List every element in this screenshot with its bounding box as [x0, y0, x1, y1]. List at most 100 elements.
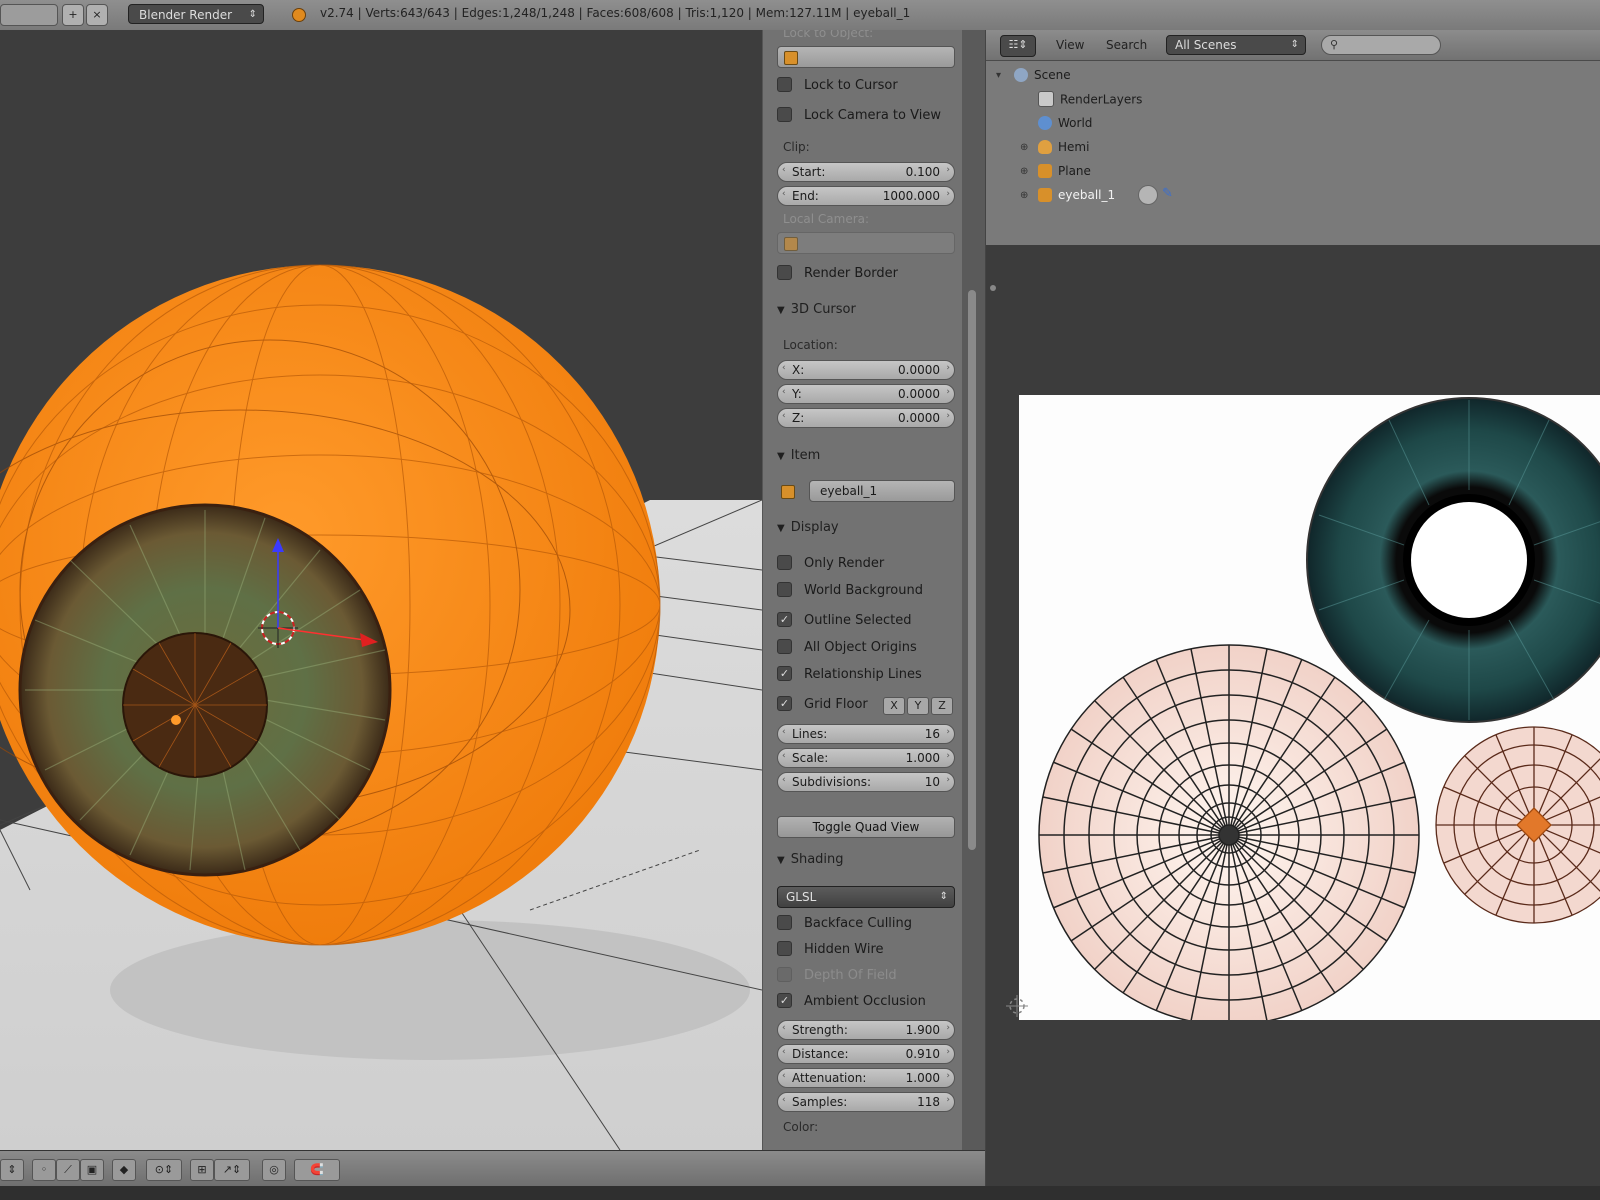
lock-to-cursor-checkbox[interactable]: Lock to Cursor	[777, 77, 898, 96]
increment-arrow-icon[interactable]: ›	[946, 751, 950, 761]
cursor-z-field[interactable]: ‹ Z: 0.0000 ›	[777, 408, 955, 428]
check-icon[interactable]: ✓	[777, 666, 792, 681]
face-select-icon[interactable]: ▣	[80, 1159, 104, 1181]
ambient-occlusion-checkbox[interactable]: ✓ Ambient Occlusion	[777, 993, 926, 1012]
checkbox-box[interactable]	[777, 915, 792, 930]
decrement-arrow-icon[interactable]: ‹	[782, 189, 786, 199]
search-menu[interactable]: Search	[1106, 38, 1147, 52]
checkbox-box[interactable]	[777, 967, 792, 982]
outliner-item-renderlayers[interactable]: RenderLayers	[1038, 91, 1142, 108]
outliner-item-eyeball[interactable]: eyeball_1	[1038, 187, 1115, 203]
vertex-select-icon[interactable]: ◦	[32, 1159, 56, 1181]
edge-select-icon[interactable]: ⟋	[56, 1159, 80, 1181]
increment-arrow-icon[interactable]: ›	[946, 1023, 950, 1033]
decrement-arrow-icon[interactable]: ‹	[782, 363, 786, 373]
3d-viewport[interactable]	[0, 30, 762, 1150]
decrement-arrow-icon[interactable]: ‹	[782, 387, 786, 397]
decrement-arrow-icon[interactable]: ‹	[782, 1095, 786, 1105]
increment-arrow-icon[interactable]: ›	[946, 189, 950, 199]
transform-orientation-select[interactable]: ↗⇕	[214, 1159, 250, 1181]
ao-samples-field[interactable]: ‹ Samples: 118 ›	[777, 1092, 955, 1112]
check-icon[interactable]: ✓	[777, 612, 792, 627]
increment-arrow-icon[interactable]: ›	[946, 1071, 950, 1081]
clip-end-field[interactable]: ‹ End: 1000.000 ›	[777, 186, 955, 206]
render-engine-select[interactable]: Blender Render ⇕	[128, 4, 264, 24]
hidden-wire-checkbox[interactable]: Hidden Wire	[777, 941, 884, 960]
backface-culling-checkbox[interactable]: Backface Culling	[777, 915, 912, 934]
grid-scale-field[interactable]: ‹ Scale: 1.000 ›	[777, 748, 955, 768]
increment-arrow-icon[interactable]: ›	[946, 165, 950, 175]
decrement-arrow-icon[interactable]: ‹	[782, 165, 786, 175]
editor-type-icon[interactable]: ☷⇕	[1000, 35, 1036, 57]
outline-selected-checkbox[interactable]: ✓ Outline Selected	[777, 612, 912, 631]
outliner-item-world[interactable]: World	[1038, 115, 1092, 131]
all-object-origins-checkbox[interactable]: All Object Origins	[777, 639, 917, 658]
remove-layout-button[interactable]: ×	[86, 4, 108, 26]
view-menu[interactable]: View	[1056, 38, 1084, 52]
checkbox-box[interactable]	[777, 265, 792, 280]
properties-scrollbar[interactable]	[962, 30, 985, 1150]
ao-distance-field[interactable]: ‹ Distance: 0.910 ›	[777, 1044, 955, 1064]
checkbox-box[interactable]	[777, 555, 792, 570]
checkbox-box[interactable]	[777, 582, 792, 597]
material-sphere-icon[interactable]	[1138, 185, 1158, 205]
grid-subdivisions-field[interactable]: ‹ Subdivisions: 10 ›	[777, 772, 955, 792]
depth-of-field-checkbox[interactable]: Depth Of Field	[777, 967, 897, 986]
snap-settings-icon[interactable]: 🧲	[294, 1159, 340, 1181]
increment-arrow-icon[interactable]: ›	[946, 411, 950, 421]
ao-attenuation-field[interactable]: ‹ Attenuation: 1.000 ›	[777, 1068, 955, 1088]
relationship-lines-checkbox[interactable]: ✓ Relationship Lines	[777, 666, 922, 685]
pivot-point-select[interactable]: ⊙⇕	[146, 1159, 182, 1181]
outliner-item-plane[interactable]: Plane	[1038, 163, 1091, 179]
increment-arrow-icon[interactable]: ›	[946, 387, 950, 397]
cursor-y-field[interactable]: ‹ Y: 0.0000 ›	[777, 384, 955, 404]
scene-filter-select[interactable]: All Scenes ⇕	[1166, 35, 1306, 55]
proportional-edit-icon[interactable]: ◎	[262, 1159, 286, 1181]
grid-floor-checkbox[interactable]: ✓ Grid Floor	[777, 696, 868, 715]
expand-icon[interactable]: ⊕	[1020, 166, 1028, 177]
check-icon[interactable]: ✓	[777, 993, 792, 1008]
scrollbar-thumb[interactable]	[968, 290, 976, 850]
outliner-search-input[interactable]: ⚲	[1321, 35, 1441, 55]
mode-select-arrow-icon[interactable]: ⇕	[0, 1159, 24, 1181]
modifier-wrench-icon[interactable]: ✎	[1162, 186, 1173, 201]
expand-icon[interactable]: ⊕	[1020, 142, 1028, 153]
toggle-quad-view-button[interactable]: Toggle Quad View	[777, 816, 955, 838]
expand-icon[interactable]: ⊕	[1020, 190, 1028, 201]
render-border-checkbox[interactable]: Render Border	[777, 265, 898, 284]
only-render-checkbox[interactable]: Only Render	[777, 555, 884, 574]
lock-camera-to-view-checkbox[interactable]: Lock Camera to View	[777, 107, 941, 126]
increment-arrow-icon[interactable]: ›	[946, 1047, 950, 1057]
decrement-arrow-icon[interactable]: ‹	[782, 1023, 786, 1033]
region-toggle-icon[interactable]	[990, 285, 996, 291]
add-layout-button[interactable]: +	[62, 4, 84, 26]
display-panel-header[interactable]: ▼ Display	[777, 520, 839, 535]
shading-mode-select[interactable]: GLSL ⇕	[777, 886, 955, 908]
decrement-arrow-icon[interactable]: ‹	[782, 727, 786, 737]
decrement-arrow-icon[interactable]: ‹	[782, 411, 786, 421]
local-camera-field[interactable]	[777, 232, 955, 254]
grid-lines-field[interactable]: ‹ Lines: 16 ›	[777, 724, 955, 744]
decrement-arrow-icon[interactable]: ‹	[782, 1071, 786, 1081]
lock-to-object-field[interactable]	[777, 46, 955, 68]
manipulator-icon[interactable]: ⊞	[190, 1159, 214, 1181]
decrement-arrow-icon[interactable]: ‹	[782, 751, 786, 761]
expand-icon[interactable]: ▾	[996, 70, 1001, 81]
outliner-item-hemi[interactable]: Hemi	[1038, 139, 1089, 155]
outliner-item-scene[interactable]: Scene	[1014, 67, 1071, 83]
checkbox-box[interactable]	[777, 941, 792, 956]
grid-axis-y-toggle[interactable]: Y	[907, 697, 929, 715]
increment-arrow-icon[interactable]: ›	[946, 775, 950, 785]
item-name-field[interactable]: eyeball_1	[809, 480, 955, 502]
grid-axis-z-toggle[interactable]: Z	[931, 697, 953, 715]
3d-cursor-panel-header[interactable]: ▼ 3D Cursor	[777, 302, 856, 317]
cursor-x-field[interactable]: ‹ X: 0.0000 ›	[777, 360, 955, 380]
checkbox-box[interactable]	[777, 639, 792, 654]
check-icon[interactable]: ✓	[777, 696, 792, 711]
increment-arrow-icon[interactable]: ›	[946, 363, 950, 373]
world-background-checkbox[interactable]: World Background	[777, 582, 923, 601]
checkbox-box[interactable]	[777, 77, 792, 92]
grid-axis-x-toggle[interactable]: X	[883, 697, 905, 715]
decrement-arrow-icon[interactable]: ‹	[782, 1047, 786, 1057]
decrement-arrow-icon[interactable]: ‹	[782, 775, 786, 785]
